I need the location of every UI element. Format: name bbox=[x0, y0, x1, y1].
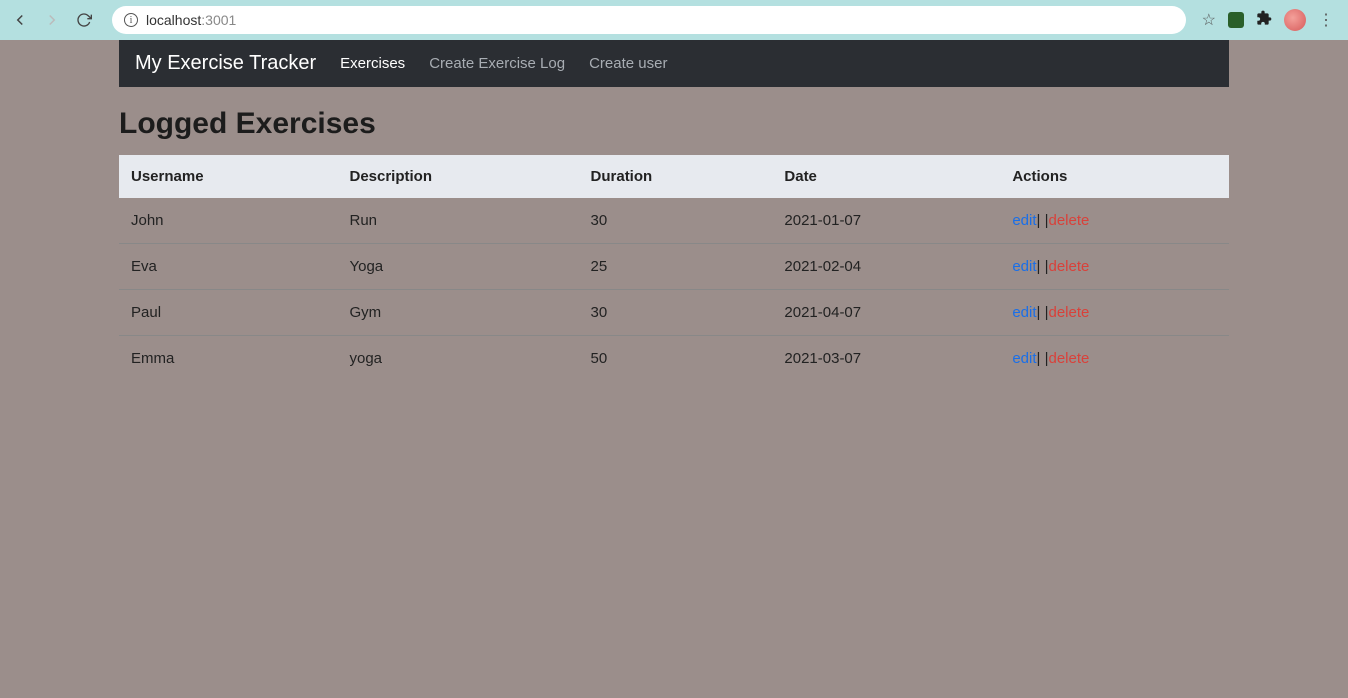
table-row: Emmayoga502021-03-07edit| |delete bbox=[119, 336, 1229, 382]
cell-description: Yoga bbox=[337, 244, 578, 290]
bookmark-star-icon[interactable]: ☆ bbox=[1202, 10, 1216, 30]
edit-link[interactable]: edit bbox=[1012, 350, 1036, 367]
page-title: Logged Exercises bbox=[119, 107, 1229, 141]
cell-date: 2021-03-07 bbox=[772, 336, 1000, 382]
action-separator: | | bbox=[1037, 212, 1049, 229]
url-host: localhost bbox=[146, 12, 201, 28]
cell-username: Eva bbox=[119, 244, 337, 290]
delete-link[interactable]: delete bbox=[1049, 304, 1090, 321]
table-row: EvaYoga252021-02-04edit| |delete bbox=[119, 244, 1229, 290]
th-duration: Duration bbox=[579, 155, 773, 198]
page-viewport: My Exercise Tracker Exercises Create Exe… bbox=[0, 40, 1348, 698]
cell-date: 2021-01-07 bbox=[772, 198, 1000, 244]
cell-duration: 30 bbox=[579, 290, 773, 336]
cell-username: John bbox=[119, 198, 337, 244]
back-button[interactable] bbox=[8, 8, 32, 32]
delete-link[interactable]: delete bbox=[1049, 212, 1090, 229]
nav-link-exercises[interactable]: Exercises bbox=[340, 55, 405, 72]
cell-actions: edit| |delete bbox=[1000, 336, 1229, 382]
navbar-brand[interactable]: My Exercise Tracker bbox=[135, 52, 316, 75]
menu-dots-icon[interactable]: ⋮ bbox=[1318, 10, 1332, 30]
cell-actions: edit| |delete bbox=[1000, 244, 1229, 290]
edit-link[interactable]: edit bbox=[1012, 304, 1036, 321]
cell-duration: 30 bbox=[579, 198, 773, 244]
th-username: Username bbox=[119, 155, 337, 198]
edit-link[interactable]: edit bbox=[1012, 258, 1036, 275]
cell-duration: 25 bbox=[579, 244, 773, 290]
cell-description: yoga bbox=[337, 336, 578, 382]
cell-date: 2021-02-04 bbox=[772, 244, 1000, 290]
cell-username: Emma bbox=[119, 336, 337, 382]
edit-link[interactable]: edit bbox=[1012, 212, 1036, 229]
cell-description: Gym bbox=[337, 290, 578, 336]
cell-description: Run bbox=[337, 198, 578, 244]
cell-actions: edit| |delete bbox=[1000, 290, 1229, 336]
delete-link[interactable]: delete bbox=[1049, 350, 1090, 367]
info-icon: i bbox=[124, 13, 138, 27]
th-description: Description bbox=[337, 155, 578, 198]
browser-chrome: i localhost:3001 ☆ ⋮ bbox=[0, 0, 1348, 40]
table-row: JohnRun302021-01-07edit| |delete bbox=[119, 198, 1229, 244]
cell-actions: edit| |delete bbox=[1000, 198, 1229, 244]
extensions-icon[interactable] bbox=[1256, 10, 1272, 31]
exercises-table: Username Description Duration Date Actio… bbox=[119, 155, 1229, 381]
url-text: localhost:3001 bbox=[146, 12, 236, 28]
delete-link[interactable]: delete bbox=[1049, 258, 1090, 275]
cell-date: 2021-04-07 bbox=[772, 290, 1000, 336]
table-header-row: Username Description Duration Date Actio… bbox=[119, 155, 1229, 198]
forward-button[interactable] bbox=[40, 8, 64, 32]
nav-link-create-log[interactable]: Create Exercise Log bbox=[429, 55, 565, 72]
url-bar[interactable]: i localhost:3001 bbox=[112, 6, 1186, 34]
nav-link-create-user[interactable]: Create user bbox=[589, 55, 667, 72]
cell-username: Paul bbox=[119, 290, 337, 336]
extension-shield-icon[interactable] bbox=[1228, 12, 1244, 28]
reload-button[interactable] bbox=[72, 8, 96, 32]
action-separator: | | bbox=[1037, 258, 1049, 275]
cell-duration: 50 bbox=[579, 336, 773, 382]
th-date: Date bbox=[772, 155, 1000, 198]
action-separator: | | bbox=[1037, 350, 1049, 367]
chrome-right: ☆ ⋮ bbox=[1202, 9, 1340, 31]
action-separator: | | bbox=[1037, 304, 1049, 321]
table-row: PaulGym302021-04-07edit| |delete bbox=[119, 290, 1229, 336]
profile-avatar[interactable] bbox=[1284, 9, 1306, 31]
url-port: :3001 bbox=[201, 12, 236, 28]
th-actions: Actions bbox=[1000, 155, 1229, 198]
navbar: My Exercise Tracker Exercises Create Exe… bbox=[119, 40, 1229, 87]
